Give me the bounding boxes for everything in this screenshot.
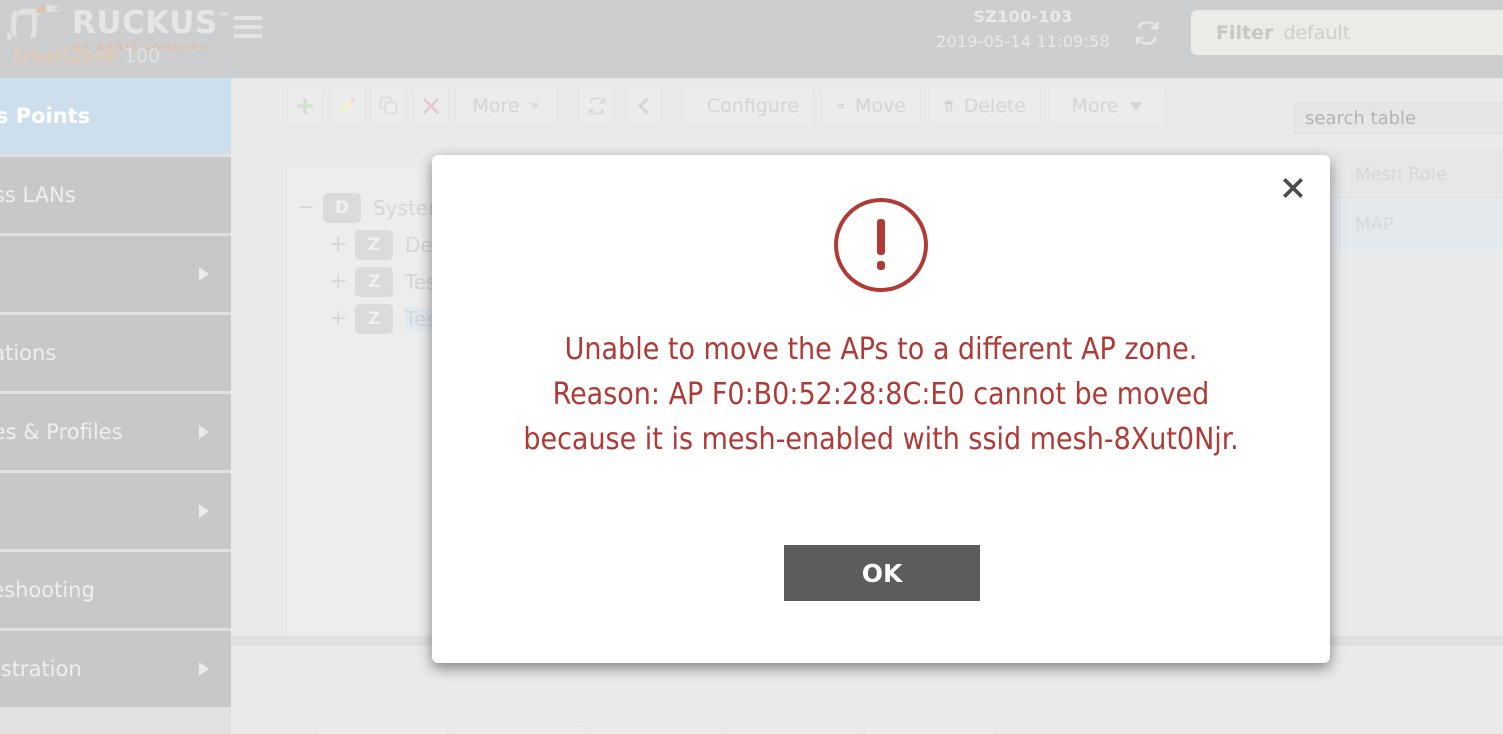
error-message-line-2: Reason: AP F0:B0:52:28:8C:E0 cannot be m… [552,377,1210,412]
error-dialog: Unable to move the APs to a different AP… [432,155,1330,663]
error-message-line-3: because it is mesh-enabled with ssid mes… [523,422,1239,457]
error-message: Unable to move the APs to a different AP… [468,327,1294,462]
close-icon[interactable] [1276,171,1310,205]
application-window: RUCKUS™ an ARRIS company SmartZone 100 S… [0,0,1503,734]
ok-button[interactable]: OK [784,545,980,601]
error-exclamation-icon [834,198,928,292]
error-message-line-1: Unable to move the APs to a different AP… [564,332,1198,367]
close-glyph [1283,178,1303,198]
